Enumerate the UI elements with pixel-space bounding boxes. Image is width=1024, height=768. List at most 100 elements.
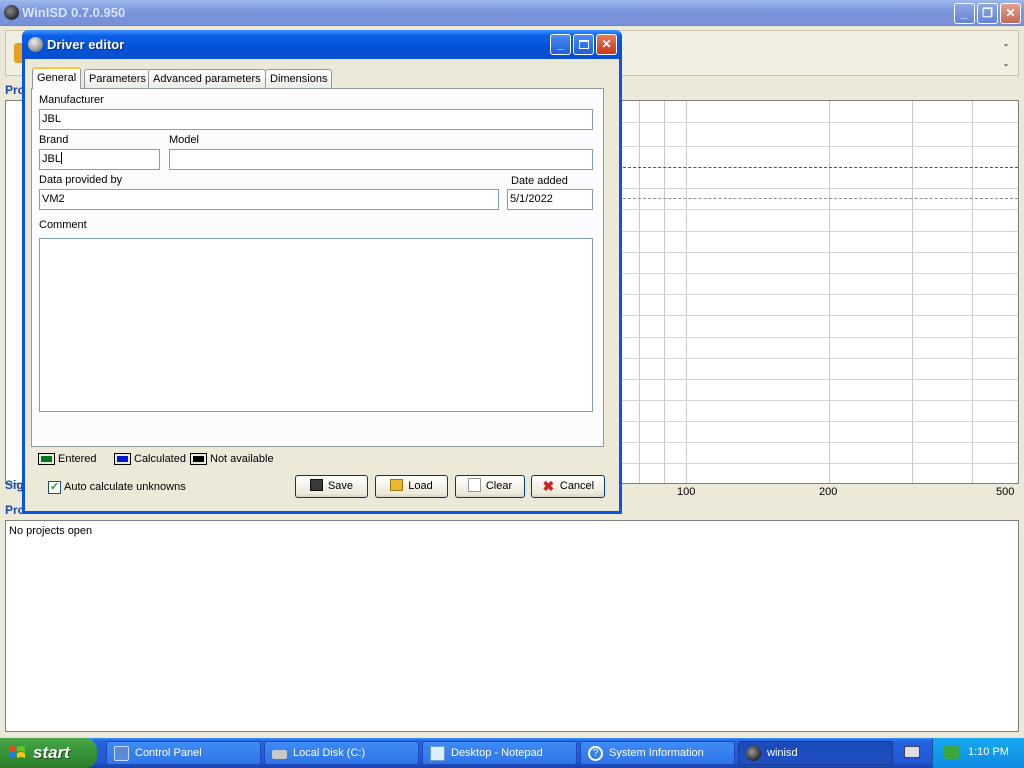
- comment-label: Comment: [39, 219, 87, 231]
- taskbar-item-label: Desktop - Notepad: [451, 747, 543, 759]
- manufacturer-label: Manufacturer: [39, 94, 104, 106]
- grid-line: [618, 188, 1018, 189]
- load-label: Load: [408, 480, 433, 492]
- legend-label-calculated: Calculated: [134, 453, 186, 465]
- cancel-button[interactable]: ✖ Cancel: [531, 475, 605, 498]
- comment-textarea[interactable]: [39, 238, 593, 412]
- toolbar-dash-1: -: [1004, 37, 1008, 51]
- grid-line: [639, 101, 640, 483]
- x-tick-label: 200: [819, 486, 838, 498]
- load-button[interactable]: Load: [375, 475, 448, 498]
- grid-line: [618, 231, 1018, 232]
- save-label: Save: [327, 480, 354, 492]
- taskbar-item-notepad[interactable]: Desktop - Notepad: [422, 741, 577, 765]
- tab-parameters[interactable]: Parameters: [84, 69, 151, 88]
- notepad-icon: [430, 746, 445, 761]
- manufacturer-field[interactable]: JBL: [39, 109, 593, 130]
- main-minimize-button[interactable]: _: [954, 3, 975, 24]
- dialog-minimize-button[interactable]: _: [550, 34, 571, 55]
- tab-dimensions[interactable]: Dimensions: [265, 69, 333, 88]
- grid-line: [618, 337, 1018, 338]
- grid-line: [912, 101, 913, 483]
- taskbar-item-winisd[interactable]: winisd: [738, 741, 893, 765]
- winisd-icon: [746, 746, 761, 761]
- dialog-title: Driver editor: [47, 37, 125, 52]
- grid-line: [618, 379, 1018, 380]
- driver-editor-dialog: Driver editor _ ✕ General Parameters Adv…: [22, 30, 622, 514]
- control-panel-icon: [114, 746, 129, 761]
- model-label: Model: [169, 134, 199, 146]
- minimize-glyph: _: [557, 37, 564, 51]
- date-added-label: Date added: [511, 175, 568, 187]
- not-available-color-fill: [193, 456, 204, 462]
- system-tray: 1:10 PM: [932, 738, 1024, 768]
- grid-line: [618, 273, 1018, 274]
- network-tray-icon[interactable]: [943, 745, 959, 759]
- grid-line: [618, 209, 1018, 210]
- red-x-icon: ✖: [542, 478, 555, 494]
- taskbar-item-control-panel[interactable]: Control Panel: [106, 741, 261, 765]
- grid-line: [618, 252, 1018, 253]
- legend-label-not-available: Not available: [210, 453, 274, 465]
- dialog-app-icon: [28, 37, 43, 52]
- response-curve-dashed: [618, 198, 1018, 199]
- close-icon: ✕: [601, 37, 612, 51]
- grid-line: [618, 294, 1018, 295]
- toolbar-dash-2: -: [1004, 57, 1008, 71]
- dialog-body: General Parameters Advanced parameters D…: [25, 59, 619, 511]
- dialog-maximize-button[interactable]: [573, 34, 594, 55]
- grid-line: [618, 358, 1018, 359]
- entered-color-fill: [41, 456, 52, 462]
- main-restore-button[interactable]: ❐: [977, 3, 998, 24]
- projects-empty-text: No projects open: [9, 525, 93, 537]
- clear-button[interactable]: Clear: [455, 475, 525, 498]
- grid-line: [618, 421, 1018, 422]
- taskbar-item-label: winisd: [767, 747, 798, 759]
- floppy-disk-icon: [309, 479, 323, 491]
- grid-line: [686, 101, 687, 483]
- model-field[interactable]: [169, 149, 593, 170]
- maximize-icon: [578, 40, 589, 49]
- keyboard-icon[interactable]: [904, 746, 920, 758]
- brand-field-value: JBL: [42, 153, 61, 165]
- dialog-close-button[interactable]: ✕: [596, 34, 617, 55]
- legend-label-entered: Entered: [58, 453, 97, 465]
- taskbar-item-local-disk[interactable]: Local Disk (C:): [264, 741, 419, 765]
- brand-label: Brand: [39, 134, 69, 146]
- grid-line: [618, 315, 1018, 316]
- projects-panel[interactable]: No projects open: [5, 520, 1019, 732]
- clock[interactable]: 1:10 PM: [968, 746, 1009, 758]
- main-titlebar[interactable]: WinISD 0.7.0.950 _ ❐ ✕: [0, 0, 1024, 26]
- auto-calculate-label: Auto calculate unknowns: [64, 481, 186, 493]
- taskbar-item-label: Local Disk (C:): [293, 747, 366, 759]
- save-button[interactable]: Save: [295, 475, 368, 498]
- grid-line: [664, 101, 665, 483]
- drive-icon: [272, 750, 287, 759]
- taskbar-item-system-information[interactable]: ? System Information: [580, 741, 735, 765]
- legend-swatch-not-available: [190, 453, 207, 465]
- legend-swatch-calculated: [114, 453, 131, 465]
- taskbar-item-label: System Information: [609, 747, 704, 759]
- help-icon: ?: [588, 746, 603, 761]
- response-curve-dashed: [618, 167, 1018, 168]
- data-provided-by-field[interactable]: VM2: [39, 189, 499, 210]
- dialog-titlebar[interactable]: Driver editor _ ✕: [22, 30, 622, 59]
- brand-field[interactable]: JBL: [39, 149, 160, 170]
- clear-label: Clear: [485, 480, 513, 492]
- tab-general[interactable]: General: [32, 67, 82, 89]
- auto-calculate-checkbox[interactable]: ✓: [48, 481, 61, 494]
- tab-advanced-parameters[interactable]: Advanced parameters: [148, 69, 266, 88]
- calculated-color-fill: [117, 456, 128, 462]
- folder-open-icon: [390, 479, 404, 491]
- legend-swatch-entered: [38, 453, 55, 465]
- grid-line: [618, 400, 1018, 401]
- date-added-field[interactable]: 5/1/2022: [507, 189, 593, 210]
- winisd-app-icon: [4, 5, 19, 20]
- main-close-button[interactable]: ✕: [1000, 3, 1021, 24]
- grid-line: [618, 122, 1018, 123]
- grid-line: [618, 146, 1018, 147]
- text-caret: [60, 152, 62, 164]
- x-tick-label: 500: [996, 486, 1015, 498]
- start-button[interactable]: start: [0, 738, 97, 768]
- grid-line: [972, 101, 973, 483]
